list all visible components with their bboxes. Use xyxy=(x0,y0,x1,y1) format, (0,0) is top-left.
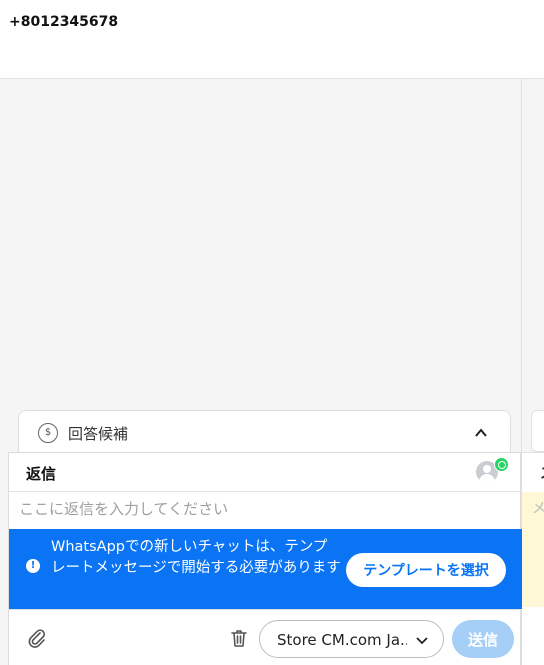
dollar-bubble-icon: $ xyxy=(38,423,58,443)
paperclip-icon[interactable] xyxy=(27,628,47,648)
right-note-input[interactable]: メ xyxy=(522,492,544,607)
whatsapp-icon xyxy=(494,457,509,472)
info-icon: ! xyxy=(26,559,40,573)
divider xyxy=(9,609,522,610)
store-select[interactable]: Store CM.com Ja... xyxy=(259,620,444,658)
suggested-answers-panel[interactable]: $ 回答候補 xyxy=(18,410,511,454)
chat-header: +8012345678 xyxy=(0,0,544,79)
suggested-answers-label: 回答候補 xyxy=(68,425,129,443)
chevron-down-icon xyxy=(416,637,428,645)
right-reply-card: ス xyxy=(522,452,544,492)
chevron-up-icon[interactable] xyxy=(473,425,489,441)
reply-input[interactable] xyxy=(19,497,509,521)
right-footer xyxy=(522,607,544,665)
contact-phone: +8012345678 xyxy=(9,14,119,30)
template-required-banner: ! WhatsAppでの新しいチャットは、テンプレートメッセージで開始する必要が… xyxy=(9,529,522,609)
right-reply-fragment: ス xyxy=(540,463,544,483)
divider xyxy=(9,491,522,492)
right-note-fragment: メ xyxy=(532,501,544,517)
reply-composer: 返信 ! WhatsAppでの新しいチャットは、テンプレートメッセージで開始する… xyxy=(8,452,522,665)
right-suggest-card xyxy=(531,410,544,452)
reply-title: 返信 xyxy=(26,465,57,483)
banner-message: WhatsAppでの新しいチャットは、テンプレートメッセージで開始する必要があり… xyxy=(51,539,341,576)
send-button[interactable]: 送信 xyxy=(452,620,514,658)
trash-icon[interactable] xyxy=(229,628,249,648)
select-template-button[interactable]: テンプレートを選択 xyxy=(346,553,506,587)
store-select-value: Store CM.com Ja... xyxy=(277,631,407,649)
